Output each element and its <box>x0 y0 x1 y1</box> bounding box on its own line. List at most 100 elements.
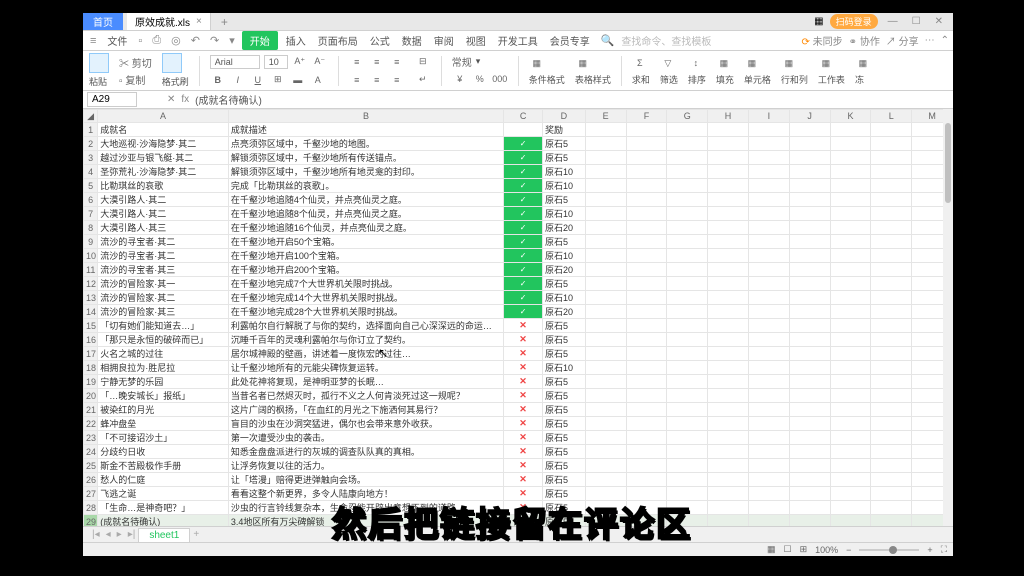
cell[interactable] <box>748 207 789 221</box>
cell[interactable]: 大漠引路人·其二 <box>98 207 229 221</box>
cell[interactable] <box>789 431 830 445</box>
cell[interactable] <box>748 473 789 487</box>
search-input[interactable]: 查找命令、查找模板 <box>621 33 711 48</box>
cell[interactable]: 此处花神将复现，是神明亚梦的长眠… <box>228 375 503 389</box>
cell[interactable] <box>830 445 871 459</box>
cell[interactable]: 在千壑沙地完成7个大世界机关限时挑战。 <box>228 277 503 291</box>
sum-icon[interactable]: Σ <box>632 55 648 71</box>
cell[interactable] <box>626 221 667 235</box>
cell[interactable] <box>667 193 708 207</box>
cell[interactable] <box>789 137 830 151</box>
table-row[interactable]: 25斯金不苦殿极作手册让浮务恢复以往的活力。✕原石5 <box>84 459 953 473</box>
login-button[interactable]: 扫码登录 <box>830 14 878 29</box>
table-row[interactable]: 18相拥良拉为·胜尼拉让千壑沙地所有的元能尖碑恢复运转。✕原石10 <box>84 361 953 375</box>
cell[interactable] <box>585 151 626 165</box>
cell[interactable] <box>585 165 626 179</box>
cell[interactable] <box>830 389 871 403</box>
cell[interactable] <box>748 389 789 403</box>
cell[interactable] <box>708 375 749 389</box>
cell[interactable] <box>789 445 830 459</box>
cell[interactable] <box>830 403 871 417</box>
cell[interactable]: 成就名 <box>98 123 229 137</box>
cell[interactable] <box>667 403 708 417</box>
cell[interactable] <box>871 137 912 151</box>
cell[interactable] <box>789 123 830 137</box>
cell[interactable] <box>789 221 830 235</box>
cell[interactable]: 原石10 <box>542 207 585 221</box>
merge-button[interactable]: ⊟ <box>415 54 431 70</box>
cancel-fx-icon[interactable]: ✕ <box>167 94 175 105</box>
cell[interactable]: ✕ <box>504 403 543 417</box>
select-all-cell[interactable]: ◢ <box>84 110 98 123</box>
cell[interactable]: 原石10 <box>542 361 585 375</box>
cell[interactable] <box>585 347 626 361</box>
cell[interactable] <box>708 361 749 375</box>
cut-button[interactable]: ✂ 剪切 <box>119 55 152 70</box>
zoom-out-button[interactable]: − <box>846 545 851 555</box>
cell[interactable] <box>708 487 749 501</box>
cell[interactable] <box>626 291 667 305</box>
row-header[interactable]: 20 <box>84 389 98 403</box>
table-row[interactable]: 17火名之城的过往居尔城神殿的壁画，讲述着一度恢宏的过往…✕原石5 <box>84 347 953 361</box>
cell[interactable]: 原石5 <box>542 403 585 417</box>
rowcol-icon[interactable]: ▦ <box>781 55 797 71</box>
cell[interactable] <box>830 263 871 277</box>
cell[interactable] <box>789 389 830 403</box>
fill-icon[interactable]: ▦ <box>716 55 732 71</box>
cell[interactable] <box>748 221 789 235</box>
cell[interactable] <box>708 165 749 179</box>
cell[interactable] <box>748 179 789 193</box>
cell[interactable] <box>585 193 626 207</box>
cell[interactable]: 原石5 <box>542 151 585 165</box>
cell[interactable]: 流沙的冒险家·其一 <box>98 277 229 291</box>
cell[interactable] <box>871 459 912 473</box>
first-sheet-icon[interactable]: |◂ <box>89 529 103 540</box>
cell[interactable] <box>830 207 871 221</box>
cell[interactable] <box>871 431 912 445</box>
cell[interactable] <box>871 389 912 403</box>
cell[interactable] <box>789 501 830 515</box>
cell[interactable] <box>789 347 830 361</box>
undo-icon[interactable]: ↶ <box>188 34 203 47</box>
cell[interactable]: 第一次遭受沙虫的袭击。 <box>228 431 503 445</box>
table-row[interactable]: 12流沙的冒险家·其一在千壑沙地完成7个大世界机关限时挑战。✓原石5 <box>84 277 953 291</box>
cell[interactable] <box>871 501 912 515</box>
cell[interactable]: ✕ <box>504 445 543 459</box>
cell[interactable]: ✓ <box>504 137 543 151</box>
cell[interactable] <box>871 235 912 249</box>
minimize-button[interactable]: — <box>884 16 902 27</box>
cell[interactable] <box>830 515 871 527</box>
cell[interactable] <box>626 361 667 375</box>
more-icon[interactable]: ⋯ <box>925 35 935 46</box>
cell[interactable] <box>830 193 871 207</box>
cell[interactable] <box>708 137 749 151</box>
row-header[interactable]: 21 <box>84 403 98 417</box>
cell[interactable]: 在千壑沙地追随4个仙灵，并点亮仙灵之庭。 <box>228 193 503 207</box>
cell[interactable] <box>667 263 708 277</box>
cell[interactable]: 大漠引路人·其三 <box>98 221 229 235</box>
cell[interactable]: 大地巡视·沙海隐梦·其二 <box>98 137 229 151</box>
cell[interactable] <box>871 291 912 305</box>
table-row[interactable]: 1成就名成就描述奖励 <box>84 123 953 137</box>
italic-button[interactable]: I <box>230 72 246 88</box>
cell[interactable] <box>626 207 667 221</box>
table-row[interactable]: 13流沙的冒险家·其二在千壑沙地完成14个大世界机关限时挑战。✓原石10 <box>84 291 953 305</box>
next-sheet-icon[interactable]: ▸ <box>114 529 125 540</box>
save-icon[interactable]: ▫ <box>135 35 145 47</box>
cell[interactable] <box>830 221 871 235</box>
row-header[interactable]: 11 <box>84 263 98 277</box>
sort-icon[interactable]: ↕ <box>688 55 704 71</box>
cell[interactable] <box>708 291 749 305</box>
cell[interactable]: ✓ <box>504 165 543 179</box>
cell[interactable]: 原石5 <box>542 417 585 431</box>
cell[interactable] <box>830 277 871 291</box>
cell[interactable]: 原石5 <box>542 137 585 151</box>
row-header[interactable]: 9 <box>84 235 98 249</box>
cell[interactable]: 原石5 <box>542 431 585 445</box>
currency-icon[interactable]: ¥ <box>452 71 468 87</box>
cell[interactable] <box>789 487 830 501</box>
cell[interactable]: ✓ <box>504 193 543 207</box>
col-header-B[interactable]: B <box>228 110 503 123</box>
col-header-L[interactable]: L <box>871 110 912 123</box>
cell[interactable]: ✓ <box>504 179 543 193</box>
